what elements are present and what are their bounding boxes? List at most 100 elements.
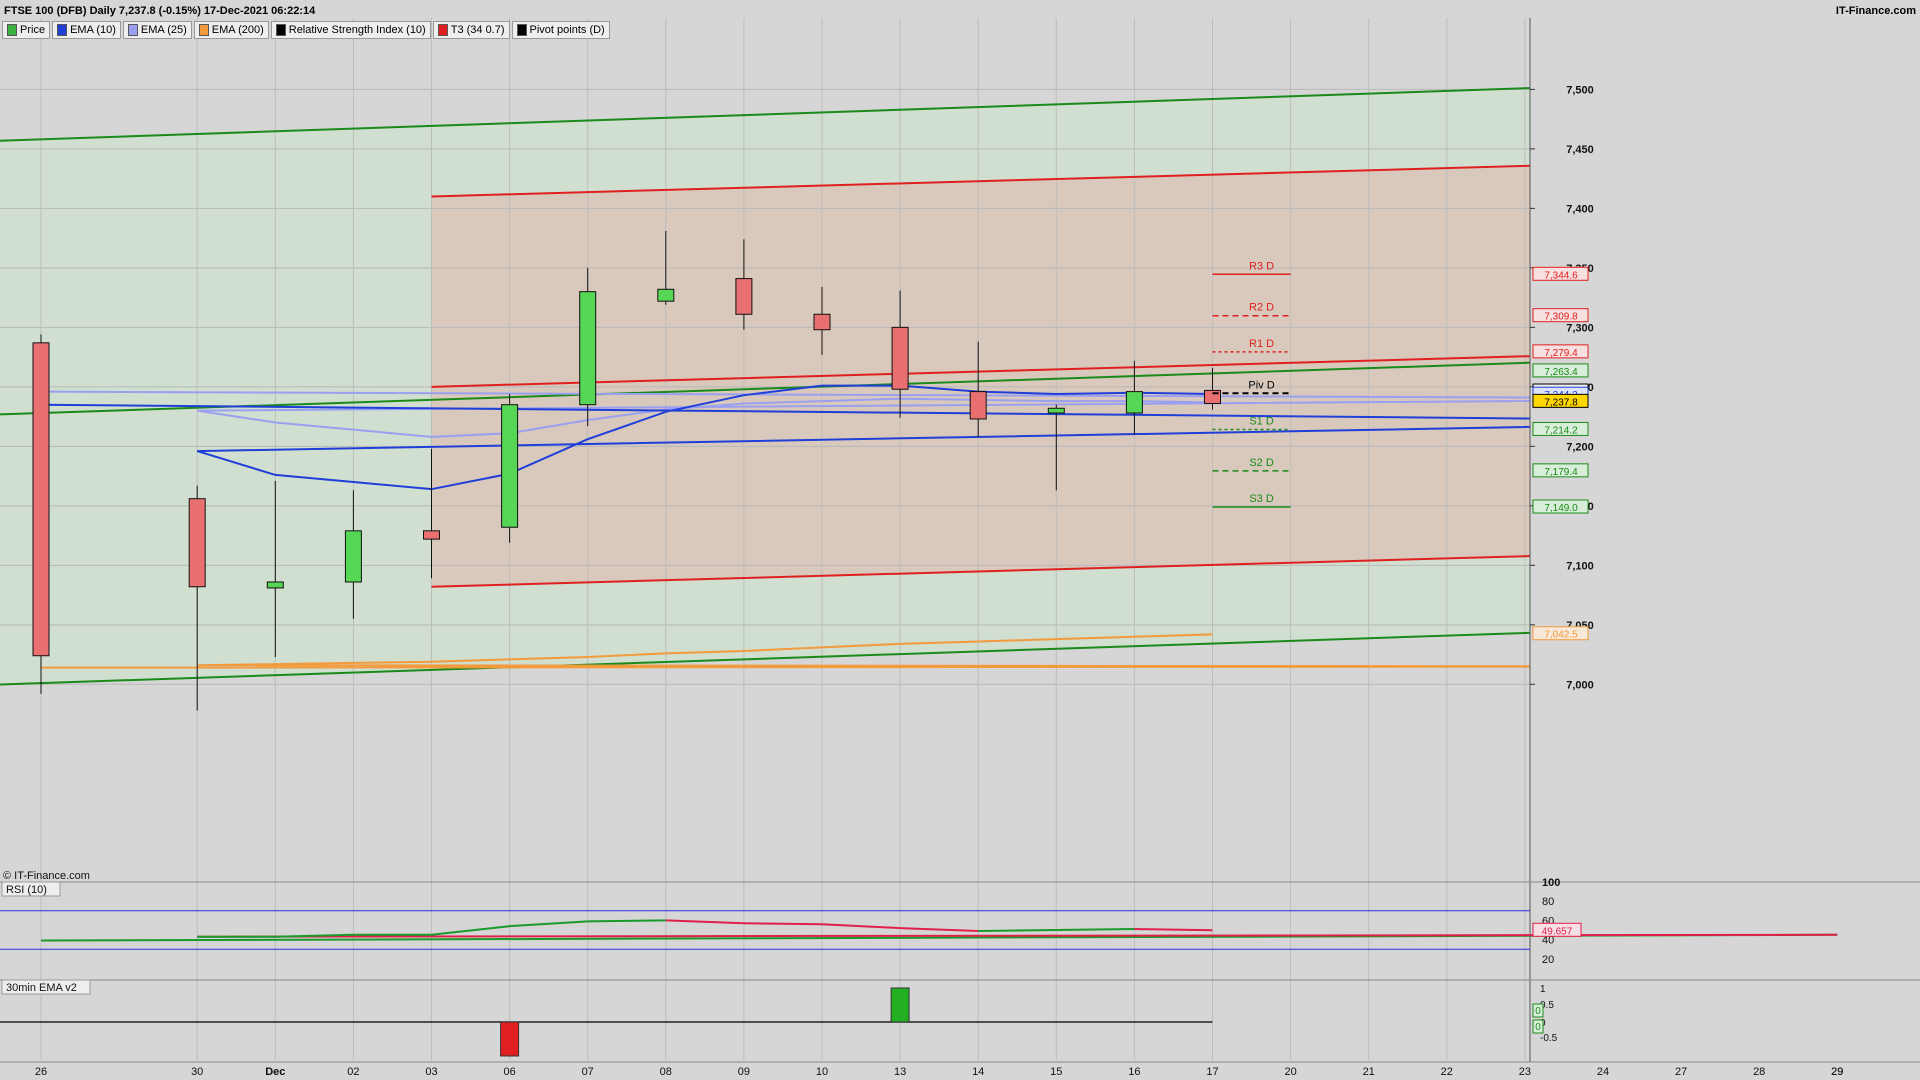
price-chart[interactable]: R3 DR2 DR1 DPiv DS1 DS2 DS3 D 7,0007,050… (0, 0, 1920, 1080)
panel-labels: © IT-Finance.com RSI (10) 30min EMA v2 (1, 870, 91, 995)
legend-item-1[interactable]: EMA (10) (52, 21, 121, 39)
rsi-tick-label: 20 (1542, 954, 1554, 966)
legend-label: Pivot points (D) (529, 24, 605, 36)
legend-label: EMA (25) (140, 24, 187, 36)
candle-body-09 (735, 278, 753, 315)
x-tick-label: 23 (1519, 1066, 1531, 1078)
ema-v2-tick: -0.5 (1540, 1033, 1558, 1044)
legend-swatch-icon (437, 24, 448, 36)
ema-v2-tick: 1 (1540, 984, 1546, 995)
ema-v2-label: 30min EMA v2 (6, 982, 77, 994)
x-tick-label: 06 (503, 1066, 515, 1078)
y-tick-label: 7,500 (1566, 84, 1594, 96)
legend-item-2[interactable]: EMA (25) (122, 21, 192, 39)
legend-swatch-icon (275, 24, 286, 36)
price-tag-7: 7,214.2 (1544, 425, 1578, 436)
pivot-label-3: Piv D (1248, 379, 1274, 391)
legend-swatch-icon (7, 24, 17, 36)
x-tick-label: 13 (894, 1066, 906, 1078)
rsi-value-tag: 49.657 (1542, 926, 1573, 937)
legend-swatch-icon (516, 24, 527, 36)
rsi-segment (900, 927, 979, 932)
rsi-segment (587, 919, 666, 923)
indicator-legend: Price EMA (10) EMA (25) EMA (200) Relative S… (2, 21, 610, 39)
background-layer (0, 18, 1530, 720)
date-axis: 26 29 30 Dec 02 03 06 07 08 09 10 13 14 15 16 17 20 21 22 2… (0, 1061, 1920, 1078)
x-tick-label: 26 (35, 1066, 47, 1078)
x-tick-label: 15 (1050, 1066, 1062, 1078)
x-tick-label: 16 (1128, 1066, 1140, 1078)
candle-body-16 (1125, 391, 1143, 414)
legend-label: EMA (200) (211, 24, 264, 36)
y-tick-label: 7,400 (1566, 203, 1594, 215)
pivot-label-6: S3 D (1249, 493, 1274, 505)
price-tag-8: 7,179.4 (1544, 467, 1578, 478)
price-tag-1: 7,309.8 (1544, 312, 1578, 323)
legend-label: T3 (34 0.7) (450, 24, 505, 36)
legend-swatch-icon (57, 24, 68, 36)
price-tag-6: 7,237.8 (1544, 397, 1578, 408)
red-channel-fill (431, 165, 1530, 587)
x-tick-label: 14 (972, 1066, 984, 1078)
ema-v2-bar-06 (500, 1021, 520, 1057)
candle-body-26 (32, 342, 50, 657)
candle-body-14 (969, 391, 987, 420)
y-tick-label: 7,450 (1566, 144, 1594, 156)
rsi-segment (1134, 928, 1213, 932)
x-tick-label: 09 (738, 1066, 750, 1078)
legend-item-3[interactable]: EMA (200) (193, 21, 269, 39)
x-tick-label: 02 (347, 1066, 359, 1078)
price-axis: 7,0007,0507,1007,1507,2007,2507,3007,350… (1529, 18, 1920, 1062)
x-tick-label: 24 (1597, 1066, 1609, 1078)
x-tick-label: Dec (265, 1066, 285, 1078)
y-tick-label: 7,300 (1566, 322, 1594, 334)
pivot-label-2: R1 D (1249, 338, 1274, 350)
x-tick-label: 29 (1831, 1066, 1843, 1078)
y-tick-label: 7,000 (1566, 679, 1594, 691)
price-tag-10: 7,042.5 (1544, 630, 1578, 641)
price-tag-9: 7,149.0 (1544, 503, 1578, 514)
legend-item-6[interactable]: Pivot points (D) (511, 21, 610, 39)
x-tick-label: 07 (582, 1066, 594, 1078)
x-tick-label: 17 (1206, 1066, 1218, 1078)
rsi-label: RSI (10) (6, 884, 47, 896)
candle-body-02 (344, 530, 362, 583)
legend-swatch-icon (127, 24, 138, 36)
axis-bg (1530, 18, 1920, 1062)
x-tick-label: 20 (1284, 1066, 1296, 1078)
candle-body-07 (579, 291, 597, 406)
x-tick-label: 10 (816, 1066, 828, 1078)
candle-body-Dec (266, 581, 284, 589)
legend-label: Price (20, 24, 46, 36)
candle-body-13 (891, 326, 909, 390)
legend-item-5[interactable]: T3 (34 0.7) (432, 21, 510, 39)
rsi-segment (978, 929, 1057, 932)
legend-item-0[interactable]: Price (2, 21, 51, 39)
price-tag-2: 7,279.4 (1544, 348, 1578, 359)
candle-body-15 (1047, 407, 1065, 414)
ema-v2-bar-13 (890, 987, 910, 1023)
pivot-label-1: R2 D (1249, 302, 1274, 314)
y-tick-label: 7,100 (1566, 560, 1594, 572)
price-tag-0: 7,344.6 (1544, 270, 1578, 281)
pivot-label-0: R3 D (1249, 260, 1274, 272)
candle-body-03 (423, 530, 440, 540)
legend-swatch-icon (198, 24, 209, 36)
ema-v2-tag: 0 (1535, 1022, 1541, 1033)
x-tick-label: 28 (1753, 1066, 1765, 1078)
rsi-tick-label: 100 (1542, 877, 1560, 889)
x-tick-label: 22 (1441, 1066, 1453, 1078)
legend-item-4[interactable]: Relative Strength Index (10) (270, 21, 431, 39)
candle-body-06 (501, 404, 519, 528)
candle-body-08 (657, 288, 675, 302)
ema-v2-tag: 0 (1535, 1006, 1541, 1017)
pivot-label-4: S1 D (1249, 415, 1274, 427)
legend-label: EMA (10) (70, 24, 116, 36)
pivot-label-5: S2 D (1249, 457, 1274, 469)
copyright-text: © IT-Finance.com (3, 870, 90, 882)
x-tick-label: 27 (1675, 1066, 1687, 1078)
rsi-segment (743, 922, 823, 926)
price-tag-3: 7,263.4 (1544, 367, 1578, 378)
x-tick-label: 30 (191, 1066, 203, 1078)
x-tick-label: 08 (660, 1066, 672, 1078)
